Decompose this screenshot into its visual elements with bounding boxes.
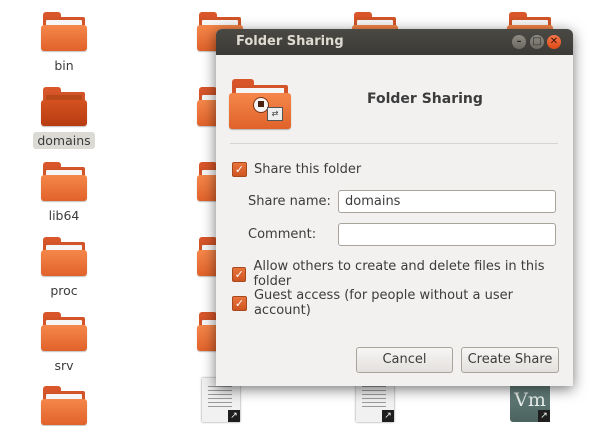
folder-item-bin[interactable]: bin [19, 12, 109, 74]
divider [230, 143, 558, 144]
maximize-button[interactable]: □ [530, 35, 544, 49]
folder-icon [41, 87, 87, 127]
share-this-folder-checkbox[interactable]: ✓ Share this folder [232, 162, 361, 177]
folder-label: domains [33, 132, 95, 149]
cancel-button[interactable]: Cancel [356, 347, 453, 373]
symlink-arrow-icon: ↗ [382, 410, 394, 422]
folder-icon [41, 237, 87, 277]
allow-others-label: Allow others to create and delete files … [253, 259, 545, 289]
comment-label: Comment: [248, 227, 317, 242]
share-this-folder-label: Share this folder [254, 162, 362, 177]
folder-icon [41, 312, 87, 352]
guest-access-checkbox[interactable]: ✓ Guest access (for people without a use… [232, 288, 573, 318]
folder-item-lib64[interactable]: lib64 [19, 162, 109, 224]
close-button[interactable]: ✕ [547, 35, 561, 49]
window-title: Folder Sharing [236, 34, 344, 49]
folder-item[interactable] [19, 386, 109, 426]
checkbox-checked-icon[interactable]: ✓ [232, 266, 247, 282]
folder-network-share-icon: ⇄ [229, 79, 291, 131]
minimize-button[interactable]: – [512, 35, 526, 49]
folder-label: proc [50, 283, 78, 298]
folder-item-srv[interactable]: srv [19, 312, 109, 374]
folder-label: lib64 [48, 208, 80, 223]
folder-label: srv [54, 358, 74, 373]
folder-icon [41, 162, 87, 202]
symlink-arrow-icon: ↗ [228, 410, 240, 422]
checkbox-checked-icon[interactable]: ✓ [232, 295, 247, 311]
vm-badge: Vm [514, 389, 546, 411]
share-name-input[interactable] [338, 190, 556, 213]
folder-icon [41, 12, 87, 52]
folder-item-domains[interactable]: domains [19, 87, 109, 149]
folder-sharing-dialog: Folder Sharing – □ ✕ ⇄ Folder Sharing ✓ … [216, 29, 573, 386]
share-name-label: Share name: [248, 194, 331, 209]
folder-icon [41, 386, 87, 426]
comment-input[interactable] [338, 223, 556, 246]
create-share-button[interactable]: Create Share [461, 347, 559, 373]
checkbox-checked-icon[interactable]: ✓ [232, 162, 247, 177]
folder-label: bin [54, 58, 74, 73]
allow-others-checkbox[interactable]: ✓ Allow others to create and delete file… [232, 259, 573, 289]
window-titlebar[interactable]: Folder Sharing – □ ✕ [216, 29, 573, 55]
symlink-arrow-icon: ↗ [538, 410, 550, 422]
guest-access-label: Guest access (for people without a user … [253, 288, 513, 318]
dialog-heading: Folder Sharing [367, 91, 483, 107]
folder-item-proc[interactable]: proc [19, 237, 109, 299]
